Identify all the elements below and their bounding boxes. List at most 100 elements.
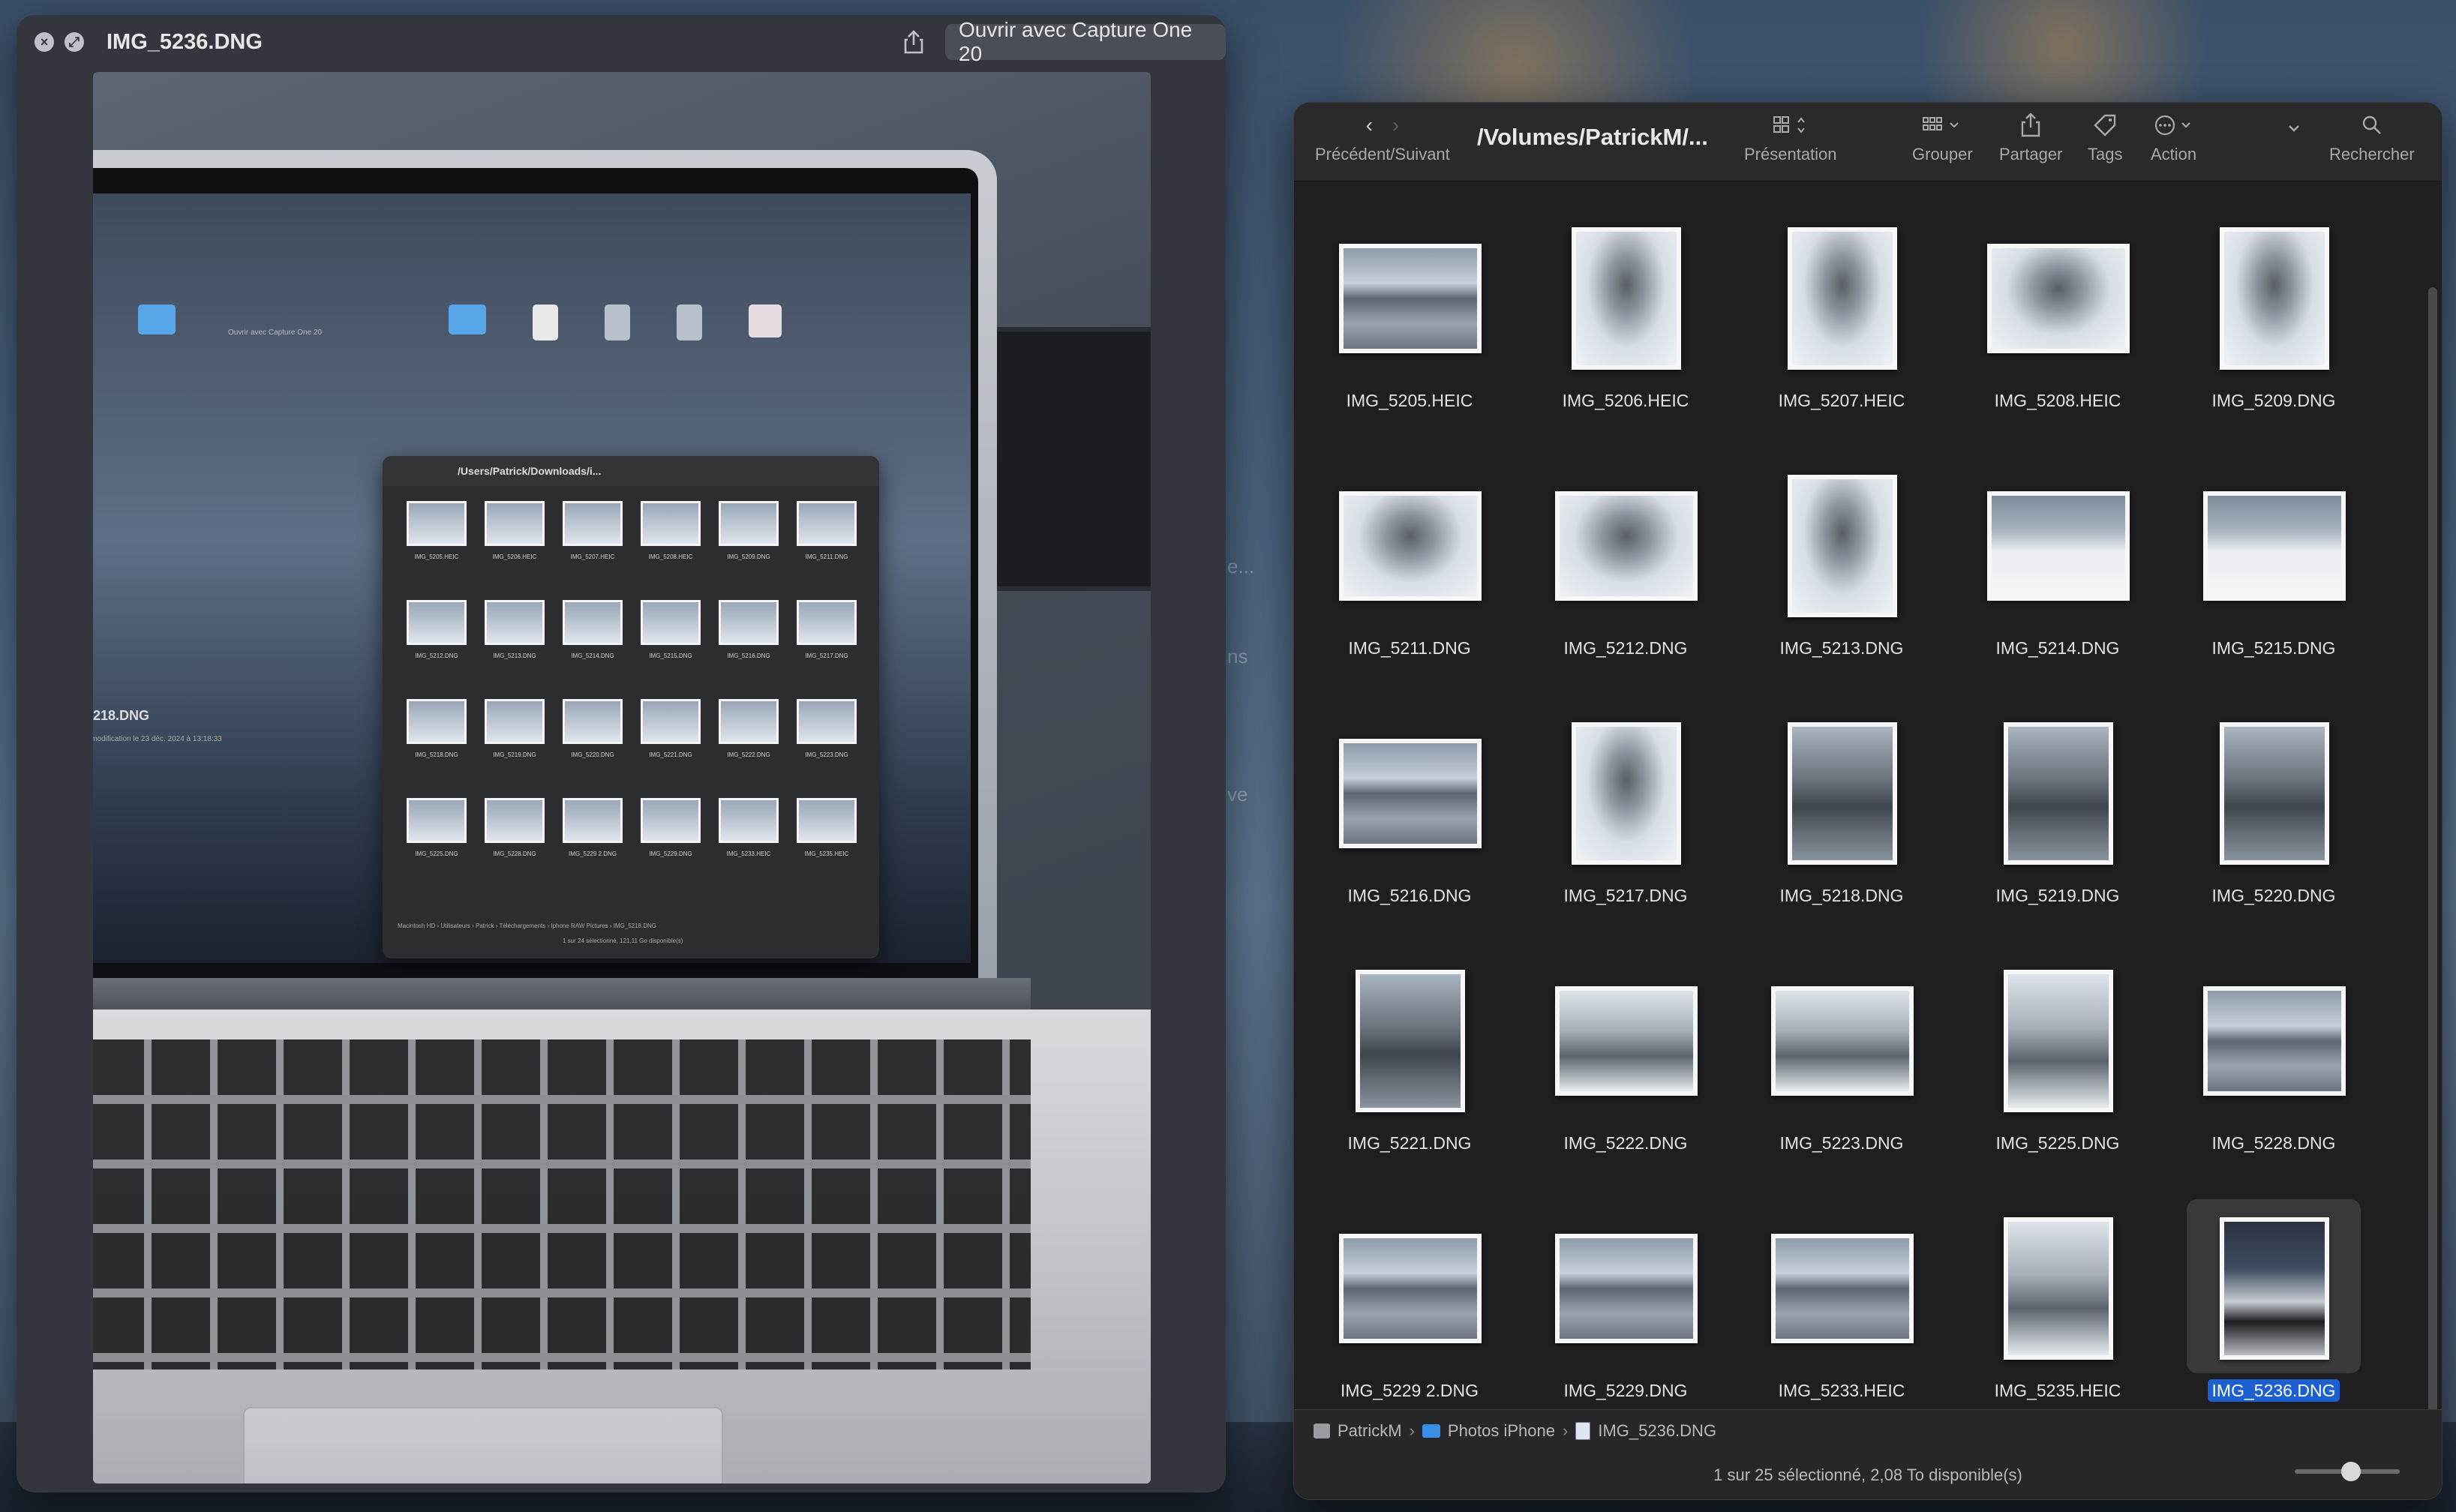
file-item[interactable]: IMG_5214.DNG — [1965, 452, 2181, 700]
group-button[interactable]: Grouper — [1912, 110, 1973, 164]
file-thumbnail[interactable] — [1356, 970, 1465, 1112]
close-icon[interactable]: × — [35, 32, 54, 52]
file-thumbnail[interactable] — [1572, 227, 1681, 370]
back-forward-chevrons-icon[interactable]: ‹ › — [1366, 110, 1400, 140]
path-item-disk[interactable]: PatrickM — [1338, 1421, 1402, 1441]
share-icon[interactable] — [900, 28, 927, 56]
file-thumbnail[interactable] — [1987, 491, 2130, 601]
file-item[interactable]: IMG_5223.DNG — [1749, 947, 1965, 1195]
file-thumbnail[interactable] — [1788, 475, 1897, 617]
status-bar: 1 sur 25 sélectionné, 2,08 To disponible… — [1294, 1451, 2442, 1499]
file-name[interactable]: IMG_5221.DNG — [1317, 1133, 1503, 1154]
file-name[interactable]: IMG_5214.DNG — [1965, 638, 2151, 658]
document-icon — [605, 304, 630, 340]
file-name[interactable]: IMG_5229.DNG — [1533, 1381, 1719, 1401]
file-item[interactable]: IMG_5225.DNG — [1965, 947, 2181, 1195]
file-name[interactable]: IMG_5208.HEIC — [1965, 391, 2151, 411]
file-thumbnail[interactable] — [1555, 1234, 1698, 1343]
file-item[interactable]: IMG_5208.HEIC — [1965, 205, 2181, 452]
file-thumbnail[interactable] — [2220, 1217, 2329, 1360]
file-item[interactable]: IMG_5235.HEIC — [1965, 1195, 2181, 1442]
file-item[interactable]: IMG_5229.DNG — [1533, 1195, 1749, 1442]
file-name[interactable]: IMG_5236.DNG — [2181, 1379, 2367, 1402]
file-thumbnail[interactable] — [1572, 722, 1681, 865]
tags-button[interactable]: Tags — [2088, 110, 2122, 164]
file-item[interactable]: IMG_5233.HEIC — [1749, 1195, 1965, 1442]
quicklook-preview-image: Ouvrir avec Capture One 20 _5218.DNG ère… — [93, 72, 1151, 1484]
file-name[interactable]: IMG_5211.DNG — [1317, 638, 1503, 658]
file-thumbnail[interactable] — [1339, 739, 1482, 848]
search-button[interactable]: Rechercher — [2329, 110, 2415, 164]
file-thumbnail[interactable] — [2004, 722, 2113, 865]
toolbar-overflow-button[interactable] — [2286, 113, 2302, 143]
fullscreen-icon[interactable]: ⤢ — [65, 32, 84, 52]
file-thumbnail[interactable] — [2203, 491, 2346, 601]
file-item[interactable]: IMG_5220.DNG — [2181, 700, 2397, 947]
back-forward-control[interactable]: ‹ › Précédent/Suivant — [1315, 110, 1450, 164]
action-button[interactable]: Action — [2151, 110, 2196, 164]
file-item[interactable]: IMG_5205.HEIC — [1317, 205, 1533, 452]
file-name[interactable]: IMG_5207.HEIC — [1749, 391, 1935, 411]
path-item-folder[interactable]: Photos iPhone — [1448, 1421, 1555, 1441]
file-thumbnail[interactable] — [2004, 1217, 2113, 1360]
file-item[interactable]: IMG_5229 2.DNG — [1317, 1195, 1533, 1442]
file-thumbnail[interactable] — [1987, 244, 2130, 353]
file-thumbnail[interactable] — [1771, 1234, 1914, 1343]
thumbnail-image — [1992, 496, 2125, 596]
file-name[interactable]: IMG_5220.DNG — [2181, 886, 2367, 906]
file-name[interactable]: IMG_5218.DNG — [1749, 886, 1935, 906]
file-item[interactable]: IMG_5215.DNG — [2181, 452, 2397, 700]
file-name[interactable]: IMG_5206.HEIC — [1533, 391, 1719, 411]
file-name[interactable]: IMG_5212.DNG — [1533, 638, 1719, 658]
file-item[interactable]: IMG_5216.DNG — [1317, 700, 1533, 947]
file-thumbnail[interactable] — [1771, 986, 1914, 1096]
presentation-button[interactable]: Présentation — [1744, 110, 1837, 164]
icon-size-slider-knob[interactable] — [2341, 1462, 2361, 1481]
file-name[interactable]: IMG_5217.DNG — [1533, 886, 1719, 906]
share-button[interactable]: Partager — [1999, 110, 2062, 164]
file-name[interactable]: IMG_5223.DNG — [1749, 1133, 1935, 1154]
file-name[interactable]: IMG_5213.DNG — [1749, 638, 1935, 658]
file-thumbnail[interactable] — [1788, 227, 1897, 370]
vertical-scrollbar[interactable] — [2428, 287, 2437, 1442]
file-name[interactable]: IMG_5209.DNG — [2181, 391, 2367, 411]
file-thumbnail[interactable] — [2220, 227, 2329, 370]
finder-icon-view[interactable]: IMG_5205.HEIC IMG_5206.HEIC IMG_5207.HEIC I… — [1294, 182, 2442, 1442]
file-thumbnail[interactable] — [1339, 244, 1482, 353]
file-item[interactable]: IMG_5219.DNG — [1965, 700, 2181, 947]
file-name[interactable]: IMG_5235.HEIC — [1965, 1381, 2151, 1401]
file-thumbnail[interactable] — [1339, 1234, 1482, 1343]
file-item[interactable]: IMG_5228.DNG — [2181, 947, 2397, 1195]
file-item[interactable]: IMG_5206.HEIC — [1533, 205, 1749, 452]
file-thumbnail[interactable] — [1555, 986, 1698, 1096]
file-name[interactable]: IMG_5228.DNG — [2181, 1133, 2367, 1154]
file-name[interactable]: IMG_5225.DNG — [1965, 1133, 2151, 1154]
file-item[interactable]: IMG_5211.DNG — [1317, 452, 1533, 700]
file-item[interactable]: IMG_5209.DNG — [2181, 205, 2397, 452]
file-name[interactable]: IMG_5229 2.DNG — [1317, 1381, 1503, 1401]
file-name[interactable]: IMG_5219.DNG — [1965, 886, 2151, 906]
file-item[interactable]: IMG_5213.DNG — [1749, 452, 1965, 700]
file-thumbnail[interactable] — [2004, 970, 2113, 1112]
file-thumbnail[interactable] — [1339, 491, 1482, 601]
file-item[interactable]: IMG_5212.DNG — [1533, 452, 1749, 700]
file-name[interactable]: IMG_5222.DNG — [1533, 1133, 1719, 1154]
file-name[interactable]: IMG_5205.HEIC — [1317, 391, 1503, 411]
open-with-capture-one-button[interactable]: Ouvrir avec Capture One 20 — [945, 18, 1226, 65]
file-item[interactable]: IMG_5207.HEIC — [1749, 205, 1965, 452]
photo-keyboard-rows — [93, 1040, 1031, 1370]
path-item-file[interactable]: IMG_5236.DNG — [1598, 1421, 1716, 1441]
file-thumbnail[interactable] — [1555, 491, 1698, 601]
file-name[interactable]: IMG_5233.HEIC — [1749, 1381, 1935, 1401]
file-item[interactable]: IMG_5222.DNG — [1533, 947, 1749, 1195]
file-item[interactable]: IMG_5236.DNG — [2181, 1195, 2397, 1442]
file-item[interactable]: IMG_5221.DNG — [1317, 947, 1533, 1195]
file-thumbnail[interactable] — [2220, 722, 2329, 865]
file-item[interactable]: IMG_5218.DNG — [1749, 700, 1965, 947]
file-name[interactable]: IMG_5215.DNG — [2181, 638, 2367, 658]
file-name[interactable]: IMG_5216.DNG — [1317, 886, 1503, 906]
file-thumbnail[interactable] — [1788, 722, 1897, 865]
photo-mini-thumbnail — [407, 501, 467, 546]
file-item[interactable]: IMG_5217.DNG — [1533, 700, 1749, 947]
file-thumbnail[interactable] — [2203, 986, 2346, 1096]
